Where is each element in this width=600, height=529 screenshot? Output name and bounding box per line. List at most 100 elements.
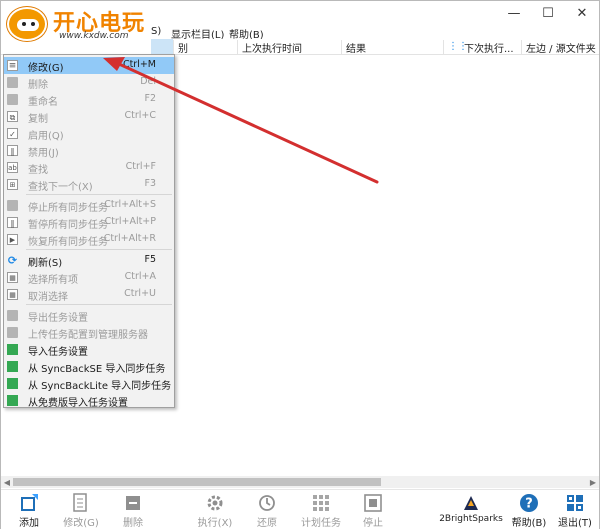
delete-icon: [7, 77, 18, 88]
modify-label: 修改(G): [63, 518, 99, 529]
edit-icon: [71, 493, 91, 513]
delete-button[interactable]: 删除: [109, 492, 157, 529]
menu-item-stop-all[interactable]: 停止所有同步任务 Ctrl+Alt+S: [4, 197, 174, 214]
menu-label: 停止所有同步任务: [28, 203, 108, 214]
menu-label: 修改(G): [28, 63, 64, 74]
brightsparks-logo-icon: [461, 493, 481, 513]
menu-label: 禁用(J): [28, 148, 59, 159]
refresh-icon: ⟳: [7, 254, 18, 267]
import-lite-icon: [7, 378, 18, 389]
menu-label: 恢复所有同步任务: [28, 237, 108, 248]
menu-item-import-free[interactable]: 从免费版导入任务设置: [4, 392, 174, 409]
horizontal-scrollbar[interactable]: ◀ ▶: [1, 476, 599, 488]
menu-item-import-se[interactable]: 从 SyncBackSE 导入同步任务: [4, 358, 174, 375]
import-icon: [7, 344, 18, 355]
column-last-run[interactable]: 上次执行时间: [237, 40, 339, 55]
delete-label: 删除: [123, 518, 143, 529]
menu-label: 启用(Q): [28, 131, 64, 142]
pause-all-icon: ‖: [7, 217, 18, 228]
scrollbar-thumb[interactable]: [13, 478, 381, 486]
menu-item-export[interactable]: 导出任务设置: [4, 307, 174, 324]
menu-item-enable[interactable]: ✓ 启用(Q): [4, 125, 174, 142]
menu-label: 取消选择: [28, 292, 68, 303]
scroll-right-icon[interactable]: ▶: [587, 476, 599, 488]
maximize-button[interactable]: ☐: [531, 1, 565, 25]
menu-item-select-all[interactable]: ▦ 选择所有项 Ctrl+A: [4, 269, 174, 286]
menu-item-find-next[interactable]: ⊞ 查找下一个(X) F3: [4, 176, 174, 193]
menu-separator: [26, 304, 172, 305]
modify-button[interactable]: 修改(G): [57, 492, 105, 529]
delete-icon: [123, 493, 143, 513]
gear-icon: [205, 493, 225, 513]
menu-item-import-lite[interactable]: 从 SyncBackLite 导入同步任务: [4, 375, 174, 392]
exit-icon: [565, 493, 585, 513]
menu-item-modify[interactable]: ≡ 修改(G) Ctrl+M: [4, 57, 174, 74]
help-icon: ?: [519, 493, 539, 513]
menu-item-delete[interactable]: 删除 Del: [4, 74, 174, 91]
menu-label: 从 SyncBackLite 导入同步任务: [28, 381, 172, 392]
run-label: 执行(X): [197, 518, 233, 529]
restore-button[interactable]: 还原: [243, 492, 291, 529]
site-logo: 开心电玩 www.kxdw.com: [3, 3, 163, 43]
column-next-run-label: 下次执行...: [464, 44, 514, 55]
menu-item-import[interactable]: 导入任务设置: [4, 341, 174, 358]
stop-icon: [363, 493, 383, 513]
close-button[interactable]: ✕: [565, 1, 599, 25]
schedule-button[interactable]: 计划任务: [297, 492, 345, 529]
menu-item-resume-all[interactable]: ▶ 恢复所有同步任务 Ctrl+Alt+R: [4, 231, 174, 248]
menu-shortcut: Del: [140, 76, 156, 87]
brightsparks-button[interactable]: 2BrightSparks: [439, 492, 503, 528]
menu-shortcut: F5: [144, 254, 156, 265]
menu-item-upload[interactable]: 上传任务配置到管理服务器: [4, 324, 174, 341]
menu-item-rename[interactable]: 重命名 F2: [4, 91, 174, 108]
import-free-icon: [7, 395, 18, 406]
menu-item-disable[interactable]: ‖ 禁用(J): [4, 142, 174, 159]
menu-label: 从免费版导入任务设置: [28, 398, 128, 409]
menu-shortcut: Ctrl+Alt+R: [103, 233, 156, 244]
upload-icon: [7, 327, 18, 338]
export-icon: [7, 310, 18, 321]
menu-item-pause-all[interactable]: ‖ 暂停所有同步任务 Ctrl+Alt+P: [4, 214, 174, 231]
pause-icon: ‖: [7, 145, 18, 156]
column-next-run[interactable]: ⋮⋮ 下次执行...: [443, 40, 521, 55]
column-source[interactable]: 左边 / 源文件夹: [521, 40, 599, 55]
menu-label: 查找: [28, 165, 48, 176]
menu-item-deselect[interactable]: ▦ 取消选择 Ctrl+U: [4, 286, 174, 303]
help-button[interactable]: ? 帮助(B): [505, 492, 553, 529]
menu-shortcut: Ctrl+U: [124, 288, 156, 299]
column-type[interactable]: 别: [173, 40, 235, 55]
menu-label: 选择所有项: [28, 275, 78, 286]
menu-label: 刷新(S): [28, 258, 63, 269]
column-result[interactable]: 结果: [341, 40, 441, 55]
menu-item-find[interactable]: ab 查找 Ctrl+F: [4, 159, 174, 176]
stop-button[interactable]: 停止: [349, 492, 397, 529]
add-button[interactable]: 添加: [5, 492, 53, 529]
select-all-icon: ▦: [7, 272, 18, 283]
context-menu: ≡ 修改(G) Ctrl+M 删除 Del 重命名 F2 ⧉ 复制 Ctrl+C…: [3, 54, 175, 409]
logo-url: www.kxdw.com: [59, 31, 129, 41]
run-button[interactable]: 执行(X): [191, 492, 239, 529]
menu-label: 重命名: [28, 97, 58, 108]
menu-shortcut: Ctrl+F: [125, 161, 156, 172]
menu-shortcut: Ctrl+A: [124, 271, 156, 282]
checkbox-icon: ✓: [7, 128, 18, 139]
add-label: 添加: [19, 518, 39, 529]
menu-separator: [26, 249, 172, 250]
schedule-label: 计划任务: [301, 518, 341, 529]
scroll-left-icon[interactable]: ◀: [1, 476, 13, 488]
menu-item-copy[interactable]: ⧉ 复制 Ctrl+C: [4, 108, 174, 125]
menu-shortcut: F3: [144, 178, 156, 189]
edit-icon: ≡: [7, 60, 18, 71]
exit-button[interactable]: 退出(T): [551, 492, 599, 529]
menu-label: 删除: [28, 80, 48, 91]
menu-label: 上传任务配置到管理服务器: [28, 330, 148, 341]
menu-shortcut: Ctrl+C: [124, 110, 157, 121]
grid-icon: ⋮⋮: [448, 41, 468, 52]
history-icon: [257, 493, 277, 513]
calendar-icon: [311, 493, 331, 513]
menu-item-refresh[interactable]: ⟳ 刷新(S) F5: [4, 252, 174, 269]
play-icon: ▶: [7, 234, 18, 245]
copy-icon: ⧉: [7, 111, 18, 122]
rename-icon: [7, 94, 18, 105]
minimize-button[interactable]: —: [497, 1, 531, 25]
